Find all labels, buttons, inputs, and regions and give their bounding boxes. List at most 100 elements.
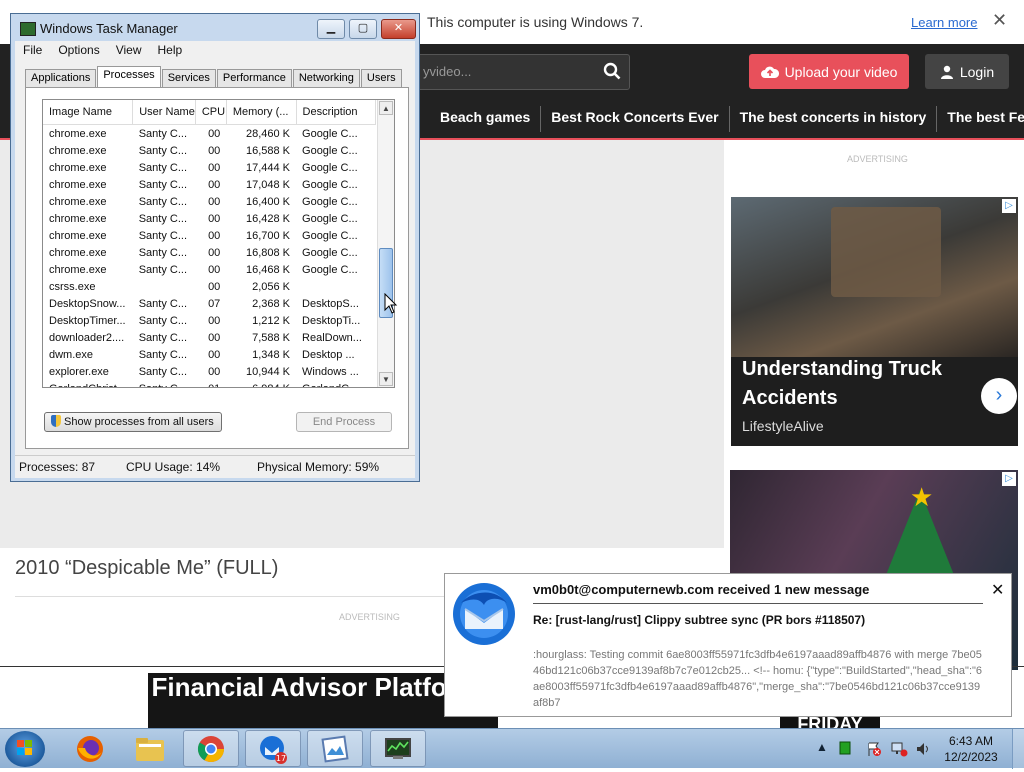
nav-beach-games[interactable]: Beach games [430,106,540,132]
column-image-name[interactable]: Image Name [43,100,134,125]
table-row[interactable]: chrome.exe Santy C... 00 16,588 K Google C..… [43,142,376,159]
taskbar-thunderbird[interactable]: 17 [245,730,301,767]
user-icon [940,65,953,79]
nav-best-concerts-history[interactable]: The best concerts in history [728,106,937,132]
menu-view[interactable]: View [108,41,150,60]
table-row[interactable]: chrome.exe Santy C... 00 16,428 K Google C..… [43,210,376,227]
table-row[interactable]: downloader2.... Santy C... 00 7,588 K RealDo… [43,329,376,346]
clock-time: 6:43 AM [948,734,994,748]
cell-description: GarlandC... [296,380,375,388]
email-notification[interactable]: vm0b0t@computernewb.com received 1 new m… [444,573,1012,717]
tab-networking[interactable]: Networking [292,69,360,88]
taskbar-task-manager[interactable] [370,730,426,767]
clock[interactable]: 6:43 AM 12/2/2023 [940,733,1002,765]
network-icon[interactable] [890,741,908,757]
taskbar-explorer[interactable] [122,730,178,767]
task-manager-window[interactable]: Windows Task Manager ▁ ▢ ✕ File Options … [10,13,420,482]
table-row[interactable]: csrss.exe 00 2,056 K [43,278,376,295]
show-desktop-button[interactable] [1012,729,1024,769]
cell-image-name: chrome.exe [49,127,107,140]
table-row[interactable]: dwm.exe Santy C... 00 1,348 K Desktop ... [43,346,376,363]
thunderbird-icon: 17 [260,735,287,764]
vertical-scrollbar[interactable]: ▲ ▼ [377,100,394,387]
tab-processes[interactable]: Processes [97,66,161,88]
volume-icon[interactable] [915,741,931,757]
column-description[interactable]: Description [296,100,377,125]
table-row[interactable]: explorer.exe Santy C... 00 10,944 K Windows … [43,363,376,380]
notification-header: vm0b0t@computernewb.com received 1 new m… [533,582,870,597]
cell-cpu: 00 [208,178,221,191]
column-cpu[interactable]: CPU [195,100,227,125]
taskbar-firefox[interactable] [62,730,118,767]
email-snippet[interactable]: :hourglass: Testing commit 6ae8003ff5597… [533,647,983,711]
table-row[interactable]: chrome.exe Santy C... 00 16,468 K Google C..… [43,261,376,278]
cell-description: Desktop ... [302,348,355,361]
tab-users[interactable]: Users [360,69,402,88]
column-memory[interactable]: Memory (... [226,100,297,125]
tab-services[interactable]: Services [161,69,216,88]
menu-file[interactable]: File [15,41,50,60]
upload-video-button[interactable]: Upload your video [749,54,909,89]
battery-icon[interactable] [838,741,852,755]
table-row[interactable]: chrome.exe Santy C... 00 17,444 K Google C..… [43,159,376,176]
tab-performance[interactable]: Performance [216,69,292,88]
tab-applications[interactable]: Applications [25,69,97,88]
adchoices-icon[interactable]: ▷ [1002,472,1016,486]
show-hidden-icons-icon[interactable]: ▲ [816,740,828,754]
process-list[interactable]: Image Name User Name CPU Memory (... Des… [42,99,395,388]
table-header: Image Name User Name CPU Memory (... Des… [43,100,377,125]
title-bar[interactable]: Windows Task Manager ▁ ▢ ✕ [11,14,419,42]
table-row[interactable]: chrome.exe Santy C... 00 17,048 K Google C..… [43,176,376,193]
maximize-button[interactable]: ▢ [349,19,377,39]
cell-user-name: Santy C... [138,365,188,378]
banner-close-icon[interactable]: ✕ [992,10,1007,31]
table-row[interactable]: GarlandChrist...Santy C...016,984 KGarla… [43,380,376,388]
chevron-right-icon[interactable]: › [981,378,1017,414]
table-row[interactable]: DesktopSnow... Santy C... 07 2,368 K Desktop… [43,295,376,312]
nav-best-rock-concerts[interactable]: Best Rock Concerts Ever [540,106,728,132]
end-process-button[interactable]: End Process [296,412,392,432]
table-row[interactable]: chrome.exe Santy C... 00 16,700 K Google C..… [43,227,376,244]
cell-description: Google C... [302,161,358,174]
window-title: Windows Task Manager [40,21,178,36]
email-subject[interactable]: Re: [rust-lang/rust] Clippy subtree sync… [533,612,953,628]
start-button[interactable] [5,731,45,767]
taskbar-chrome[interactable] [183,730,239,767]
menu-options[interactable]: Options [50,41,107,60]
adchoices-icon[interactable]: ▷ [1002,199,1016,213]
minimize-button[interactable]: ▁ [317,19,345,39]
process-table: Image Name User Name CPU Memory (... Des… [43,100,377,388]
cell-memory: 16,588 K [245,144,291,157]
close-button[interactable]: ✕ [381,19,416,39]
table-row[interactable]: chrome.exe Santy C... 00 16,808 K Google C..… [43,244,376,261]
column-user-name[interactable]: User Name [132,100,196,125]
table-row[interactable]: chrome.exe Santy C... 00 16,400 K Google C..… [43,193,376,210]
cell-cpu: 00 [208,161,221,174]
login-button[interactable]: Login [925,54,1009,89]
show-all-processes-button[interactable]: Show processes from all users [44,412,222,432]
cell-cpu: 00 [208,365,221,378]
taskbar-image-viewer[interactable] [307,730,363,767]
status-processes: Processes: 87 [19,460,96,474]
close-icon[interactable]: ✕ [991,580,1004,600]
cell-description: DesktopTi... [302,314,361,327]
scroll-down-arrow-icon[interactable]: ▼ [379,372,393,386]
cell-memory: 1,348 K [252,348,291,361]
cell-image-name: chrome.exe [49,161,107,174]
nav-best-ferraris[interactable]: The best Ferraris [936,106,1024,132]
table-row[interactable]: DesktopTimer... Santy C... 00 1,212 K Deskto… [43,312,376,329]
learn-more-link[interactable]: Learn more [911,15,977,30]
cell-description [296,278,375,295]
clock-date: 12/2/2023 [944,750,998,764]
ad-brand: LifestyleAlive [742,418,824,434]
scroll-up-arrow-icon[interactable]: ▲ [379,101,393,115]
chrome-icon [197,735,225,762]
cell-user-name: Santy C... [138,229,188,242]
menu-help[interactable]: Help [150,41,191,60]
table-row[interactable]: chrome.exe Santy C... 00 28,460 K Google C..… [43,125,376,143]
truck-accidents-ad[interactable]: Understanding Truck Accidents LifestyleA… [731,197,1018,446]
search-input[interactable]: yvideo... [414,54,630,90]
search-icon[interactable] [603,62,621,80]
action-center-flag-icon[interactable] [866,741,882,757]
menu-bar: File Options View Help [15,41,415,60]
